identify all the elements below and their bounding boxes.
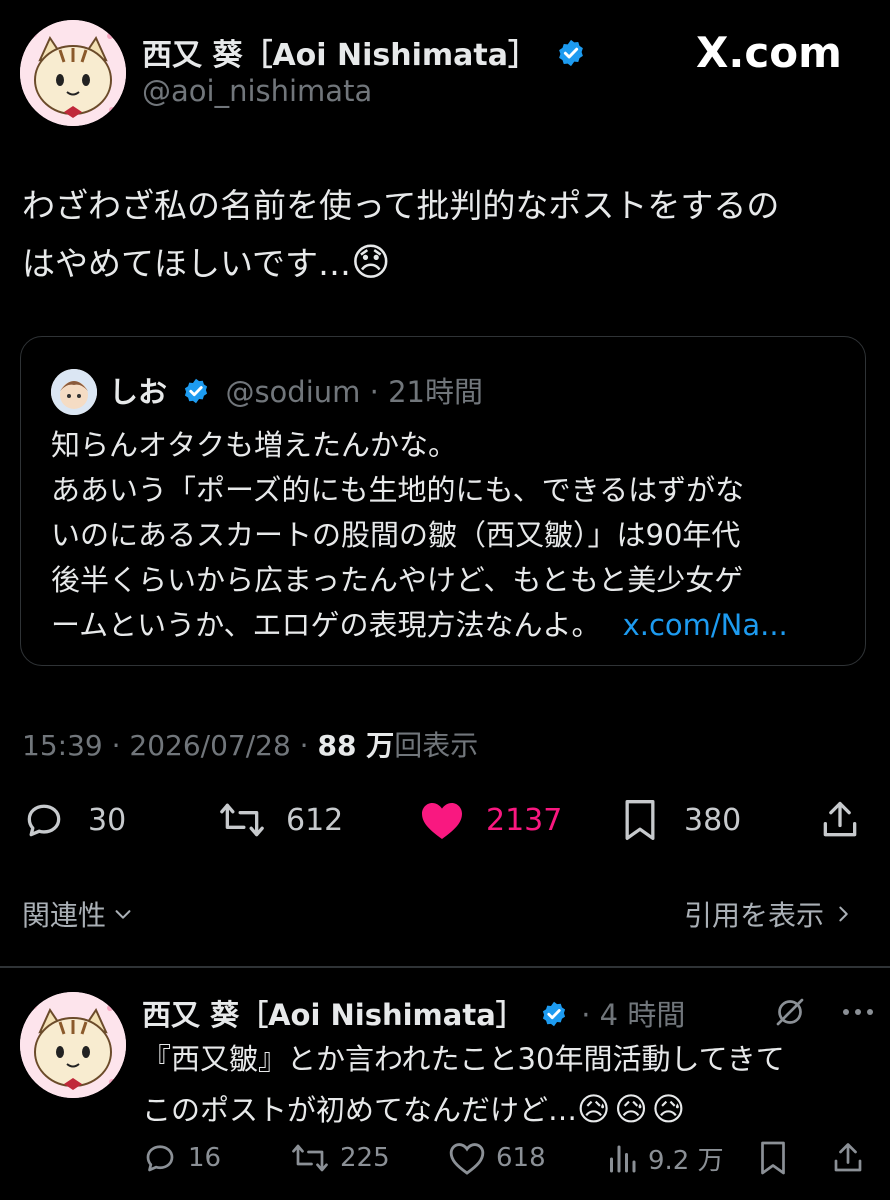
share-button[interactable] — [818, 798, 862, 842]
post-text-line: はやめてほしいです… — [22, 244, 352, 283]
quote-text: 知らんオタクも増えたんかな。 ああいう「ポーズ的にも生地的にも、できるはずがな … — [51, 423, 788, 648]
repost-icon — [290, 1140, 330, 1176]
reply-views-count: 9.2 万 — [648, 1146, 724, 1176]
reply-icon — [142, 1140, 178, 1176]
post-text: わざわざ私の名前を使って批判的なポストをするの はやめてほしいです…😞 — [22, 178, 779, 292]
author-name[interactable]: 西又 葵［Aoi Nishimata］ — [142, 30, 586, 76]
chevron-down-icon — [112, 903, 134, 925]
share-icon — [818, 798, 862, 842]
reply-reply-button[interactable]: 16 — [142, 1140, 221, 1176]
reply-count: 30 — [88, 802, 127, 838]
grok-icon[interactable] — [772, 994, 808, 1034]
reply-repost-button[interactable]: 225 — [290, 1140, 390, 1176]
views-label: 回表示 — [394, 729, 479, 762]
reply-time[interactable]: · 4 時間 — [581, 998, 685, 1032]
repost-icon — [218, 798, 266, 842]
quoted-post[interactable]: しお @sodium · 21時間 知らんオタクも増えたんかな。 ああいう「ポー… — [20, 336, 866, 666]
reply-reply-count: 16 — [188, 1143, 222, 1173]
quote-text-line: いのにあるスカートの股間の皺（西又皺）」は90年代 — [51, 518, 741, 552]
like-button[interactable]: 2137 — [418, 798, 562, 842]
quote-author-avatar[interactable] — [51, 369, 97, 415]
reply-icon — [22, 798, 66, 842]
author-handle[interactable]: @aoi_nishimata — [142, 74, 372, 108]
relevance-sort-dropdown[interactable]: 関連性 — [22, 894, 134, 934]
quote-text-line: 後半くらいから広まったんやけど、もともと美少女ゲ — [51, 563, 744, 597]
reply-repost-count: 225 — [340, 1143, 390, 1173]
reply-views-button[interactable]: 9.2 万 — [604, 1140, 724, 1177]
verified-badge-icon — [182, 377, 210, 412]
bookmark-icon — [620, 798, 660, 842]
sad-relieved-face-emoji: 😥😥😥 — [577, 1090, 690, 1128]
quote-text-line: ームというか、エロゲの表現方法なんよ。 — [51, 608, 601, 642]
post-meta: 15:39 · 2026/07/28 · 88 万回表示 — [22, 724, 478, 764]
views-bar-chart-icon — [604, 1141, 640, 1177]
quote-text-line: 知らんオタクも増えたんかな。 — [51, 428, 458, 462]
reply-share-button[interactable] — [830, 1140, 866, 1176]
like-count: 2137 — [486, 802, 563, 838]
avatar[interactable] — [20, 992, 126, 1098]
reply-like-count: 618 — [496, 1143, 546, 1173]
more-options-icon[interactable] — [840, 998, 876, 1030]
reply-like-button[interactable]: 618 — [448, 1140, 546, 1176]
view-quotes-label: 引用を表示 — [684, 899, 825, 932]
avatar[interactable] — [20, 20, 126, 126]
reply-text-line: このポストが初めてなんだけど… — [142, 1093, 578, 1127]
quote-text-line: ああいう「ポーズ的にも生地的にも、できるはずがな — [51, 473, 745, 507]
verified-badge-icon — [540, 1000, 568, 1035]
reply-header: 西又 葵［Aoi Nishimata］ · 4 時間 — [142, 992, 685, 1035]
reply-author-name[interactable]: 西又 葵［Aoi Nishimata］ — [142, 998, 525, 1032]
heart-icon — [448, 1140, 486, 1176]
repost-button[interactable]: 612 — [218, 798, 343, 842]
reply-button[interactable]: 30 — [22, 798, 126, 842]
timestamp[interactable]: 15:39 · 2026/07/28 · — [22, 729, 317, 762]
view-quotes-link[interactable]: 引用を表示 — [684, 894, 854, 934]
quote-link[interactable]: x.com/Na... — [623, 608, 788, 642]
post-text-line: わざわざ私の名前を使って批判的なポストをするの — [22, 186, 780, 225]
reply-bookmark-button[interactable] — [758, 1140, 788, 1176]
disappointed-face-emoji: 😞 — [351, 240, 391, 284]
relevance-label: 関連性 — [22, 899, 107, 932]
chevron-right-icon — [834, 903, 854, 925]
quote-author-name[interactable]: しお — [109, 375, 167, 409]
divider — [0, 966, 890, 968]
bookmark-count: 380 — [684, 802, 742, 838]
repost-count: 612 — [286, 802, 344, 838]
share-icon — [830, 1140, 866, 1176]
reply-text: 『西又皺』とか言われたこと30年間活動してきて このポストが初めてなんだけど…😥… — [142, 1034, 785, 1135]
bookmark-button[interactable]: 380 — [620, 798, 741, 842]
bookmark-icon — [758, 1140, 788, 1176]
quote-author-handle[interactable]: @sodium — [225, 375, 360, 409]
views-count: 88 万 — [317, 729, 395, 762]
reply-text-line: 『西又皺』とか言われたこと30年間活動してきて — [142, 1042, 785, 1076]
heart-filled-icon — [418, 798, 466, 842]
verified-badge-icon — [556, 38, 586, 76]
quote-time[interactable]: 21時間 — [388, 375, 483, 409]
x-com-logo: X.com — [696, 28, 842, 77]
